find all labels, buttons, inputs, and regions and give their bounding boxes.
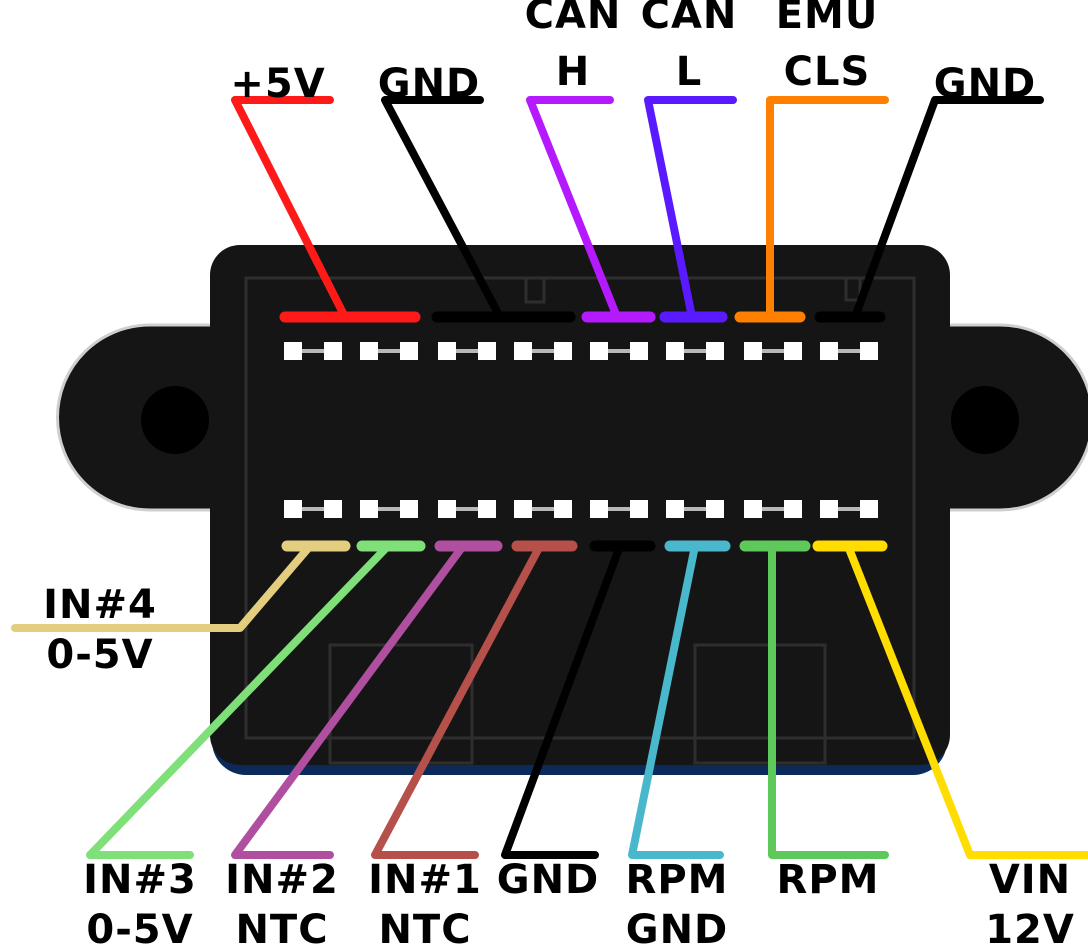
pin-label-gnd-3: GND: [497, 857, 600, 903]
pin-label-in4: IN#4: [43, 582, 157, 628]
pin-label-in1: NTC: [378, 907, 471, 951]
pin-label-in3: IN#3: [83, 857, 197, 903]
pin-label-plus5v: +5V: [230, 61, 325, 107]
pin-label-gnd-1: GND: [378, 61, 481, 107]
pin-label-can-h: CAN: [525, 0, 622, 38]
pin-label-in3: 0-5V: [86, 907, 193, 951]
pin-label-can-l: L: [676, 49, 703, 95]
pin-label-in2: IN#2: [225, 857, 339, 903]
pin-label-emu-cls: EMU: [776, 0, 879, 38]
pin-label-in2: NTC: [235, 907, 328, 951]
right-mounting-hole: [951, 386, 1019, 454]
pin-label-rpm-gnd: RPM: [626, 857, 729, 903]
left-mounting-ear: [56, 323, 217, 512]
pin-label-in4: 0-5V: [46, 632, 153, 678]
pin-label-can-l: CAN: [641, 0, 738, 38]
connector-pinout-diagram: +5V GNDCANHCANLEMUCLS GNDIN#40-5VIN#30-5VI…: [11, 0, 1088, 951]
pin-label-rpm-gnd: GND: [626, 907, 729, 951]
right-mounting-ear: [946, 323, 1088, 512]
left-mounting-hole: [141, 386, 209, 454]
pin-label-emu-cls: CLS: [784, 49, 871, 95]
pin-label-rpm: RPM: [777, 857, 880, 903]
pin-label-gnd-2: GND: [934, 61, 1037, 107]
pin-label-can-h: H: [556, 49, 590, 95]
pin-label-in1: IN#1: [368, 857, 482, 903]
pin-label-vin: 12V: [985, 907, 1075, 951]
pin-label-vin: VIN: [989, 857, 1071, 903]
